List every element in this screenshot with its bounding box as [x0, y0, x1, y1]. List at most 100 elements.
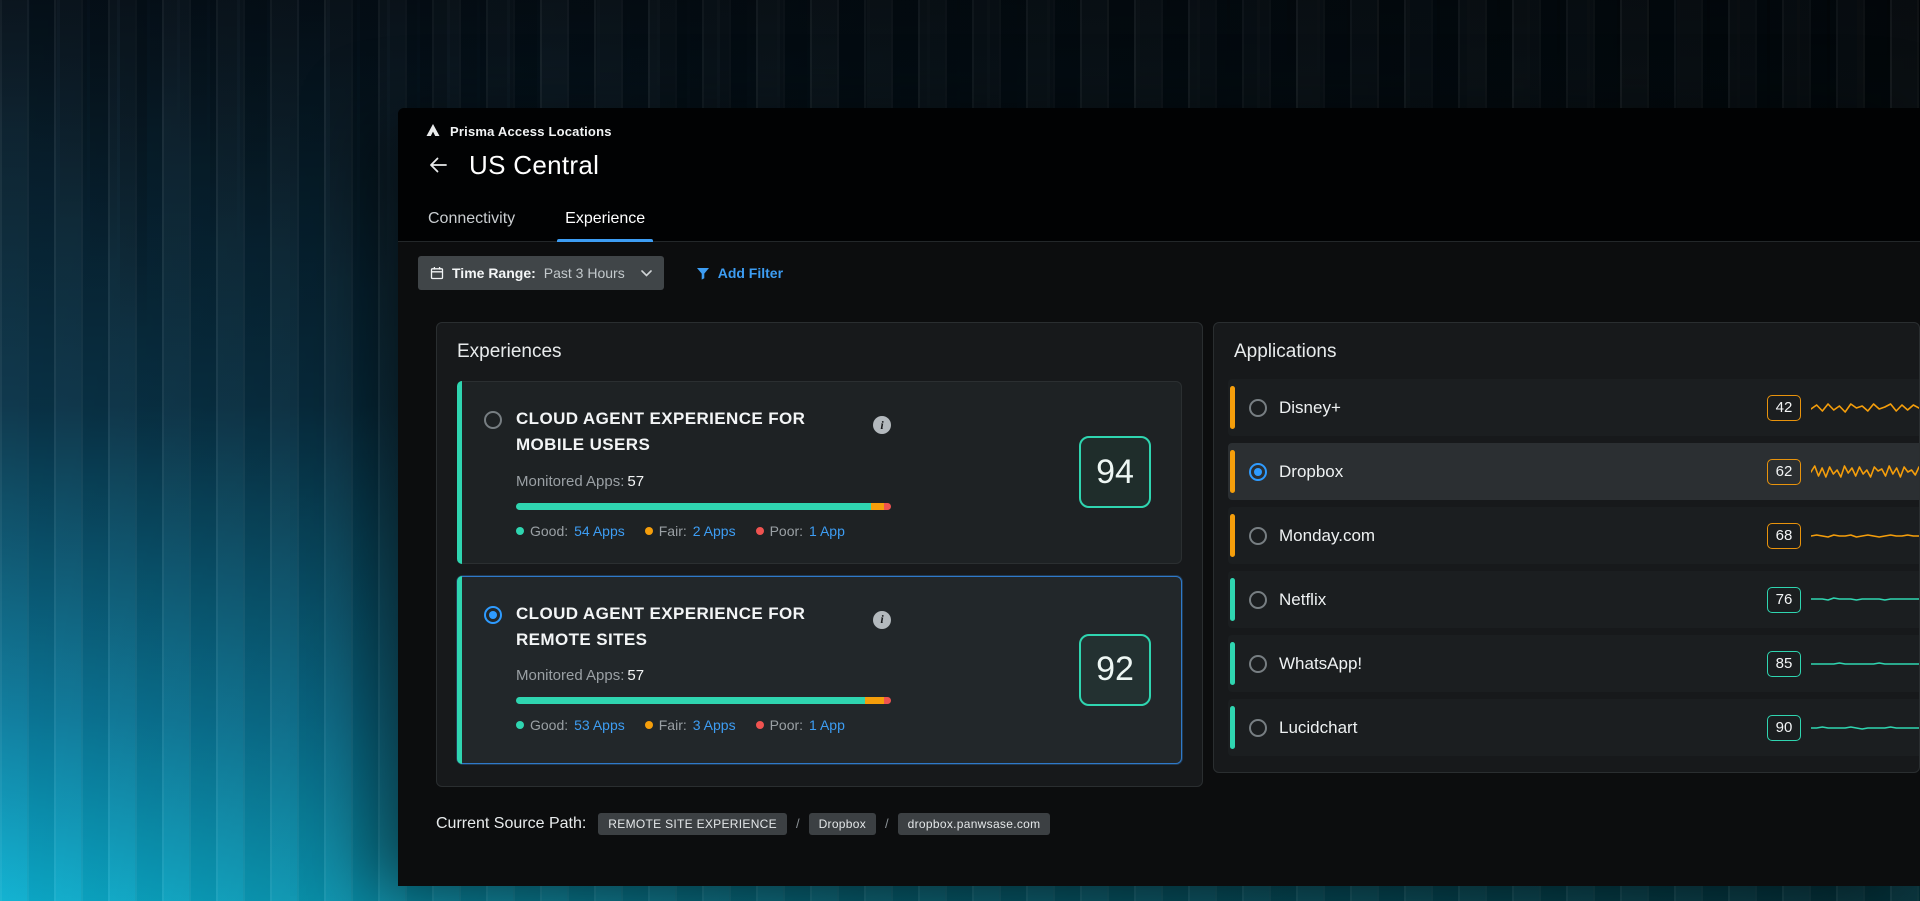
- legend-dot-icon: [756, 721, 764, 729]
- application-name: Monday.com: [1279, 526, 1375, 546]
- sparkline-chart: [1811, 459, 1919, 485]
- path-segment[interactable]: dropbox.panwsase.com: [898, 813, 1051, 835]
- health-legend: Good: 54 Apps Fair: 2 Apps Poor: 1 App: [516, 523, 891, 539]
- tab-connectivity[interactable]: Connectivity: [420, 199, 523, 241]
- legend-label: Fair:: [659, 717, 687, 733]
- application-radio-button[interactable]: [1249, 719, 1267, 737]
- legend-label: Poor:: [770, 523, 803, 539]
- legend-dot-icon: [645, 527, 653, 535]
- sparkline-chart: [1811, 715, 1919, 741]
- info-icon[interactable]: i: [873, 611, 891, 629]
- bg-bar: [270, 0, 297, 258]
- legend-value-link[interactable]: 1 App: [809, 717, 845, 733]
- legend-label: Good:: [530, 523, 568, 539]
- application-radio-button[interactable]: [1249, 591, 1267, 609]
- bg-bar: [540, 0, 567, 65]
- application-row[interactable]: Disney+ 42: [1228, 379, 1919, 436]
- filter-funnel-icon: [696, 267, 710, 280]
- application-radio-button[interactable]: [1249, 527, 1267, 545]
- bg-bar: [360, 0, 387, 292]
- legend-value-link[interactable]: 2 Apps: [693, 523, 736, 539]
- applications-title: Applications: [1214, 323, 1919, 379]
- bg-bar: [1290, 0, 1317, 90]
- status-accent-bar: [1230, 578, 1235, 621]
- legend-dot-icon: [516, 721, 524, 729]
- calendar-icon: [430, 266, 444, 280]
- application-name: Netflix: [1279, 590, 1326, 610]
- bar-poor-segment: [884, 697, 891, 704]
- bg-bar: [330, 0, 357, 285]
- sparkline-chart: [1811, 523, 1919, 549]
- path-separator: /: [796, 816, 800, 831]
- legend-item: Good: 53 Apps: [516, 717, 625, 733]
- bar-poor-segment: [884, 503, 891, 510]
- legend-dot-icon: [516, 527, 524, 535]
- legend-label: Fair:: [659, 523, 687, 539]
- status-accent-bar: [1230, 642, 1235, 685]
- window-header: Prisma Access Locations US Central Conne…: [398, 108, 1920, 242]
- path-segment[interactable]: Dropbox: [809, 813, 876, 835]
- app-health-bar: [516, 503, 891, 510]
- app-score-badge: 90: [1767, 715, 1801, 741]
- applications-panel: Applications Disney+ 42 Dropbox 62 Monda…: [1213, 322, 1920, 773]
- experience-card-title: CLOUD AGENT EXPERIENCE FOR MOBILE USERS: [516, 406, 816, 459]
- add-filter-button[interactable]: Add Filter: [690, 264, 789, 282]
- status-accent-bar: [1230, 386, 1235, 429]
- bg-bar: [1890, 0, 1917, 77]
- status-accent-bar: [457, 381, 462, 564]
- legend-value-link[interactable]: 1 App: [809, 523, 845, 539]
- path-segment[interactable]: REMOTE SITE EXPERIENCE: [598, 813, 787, 835]
- experience-radio-button[interactable]: [484, 606, 502, 624]
- back-button[interactable]: [423, 150, 453, 180]
- experience-card[interactable]: CLOUD AGENT EXPERIENCE FOR MOBILE USERS …: [457, 381, 1182, 564]
- app-window: Prisma Access Locations US Central Conne…: [398, 108, 1920, 886]
- experience-score: 92: [1079, 634, 1151, 706]
- bg-bar: [0, 0, 27, 130]
- application-radio-button[interactable]: [1249, 655, 1267, 673]
- chevron-down-icon: [641, 270, 652, 277]
- info-icon[interactable]: i: [873, 416, 891, 434]
- status-accent-bar: [1230, 706, 1235, 749]
- sparkline-chart: [1811, 395, 1919, 421]
- legend-value-link[interactable]: 54 Apps: [574, 523, 625, 539]
- status-accent-bar: [1230, 514, 1235, 557]
- legend-item: Fair: 2 Apps: [645, 523, 736, 539]
- path-separator: /: [885, 816, 889, 831]
- bg-bar: [1860, 0, 1887, 83]
- time-range-value: Past 3 Hours: [544, 265, 625, 281]
- sparkline-chart: [1811, 587, 1919, 613]
- legend-label: Poor:: [770, 717, 803, 733]
- application-name: Dropbox: [1279, 462, 1343, 482]
- app-score-badge: 62: [1767, 459, 1801, 485]
- time-range-label: Time Range:: [452, 265, 536, 281]
- time-range-dropdown[interactable]: Time Range: Past 3 Hours: [418, 256, 664, 290]
- source-path-segments: REMOTE SITE EXPERIENCE / Dropbox / dropbox.p…: [598, 813, 1050, 835]
- application-row[interactable]: Netflix 76: [1228, 571, 1919, 628]
- application-row[interactable]: WhatsApp! 85: [1228, 635, 1919, 692]
- application-row[interactable]: Dropbox 62: [1228, 443, 1919, 500]
- bg-bar: [240, 0, 267, 241]
- experience-radio-button[interactable]: [484, 411, 502, 429]
- status-accent-bar: [457, 576, 462, 764]
- app-score-badge: 76: [1767, 587, 1801, 613]
- legend-item: Fair: 3 Apps: [645, 717, 736, 733]
- app-score-badge: 68: [1767, 523, 1801, 549]
- application-row[interactable]: Monday.com 68: [1228, 507, 1919, 564]
- bar-good-segment: [516, 503, 871, 510]
- legend-value-link[interactable]: 53 Apps: [574, 717, 625, 733]
- application-list: Disney+ 42 Dropbox 62 Monday.com 68 Netf…: [1214, 379, 1919, 756]
- bg-bar: [1110, 0, 1137, 75]
- legend-value-link[interactable]: 3 Apps: [693, 717, 736, 733]
- prisma-logo-icon: [425, 123, 441, 139]
- bg-bar: [1470, 0, 1497, 66]
- status-accent-bar: [1230, 450, 1235, 493]
- experience-card[interactable]: CLOUD AGENT EXPERIENCE FOR REMOTE SITES …: [457, 576, 1182, 764]
- application-radio-button[interactable]: [1249, 463, 1267, 481]
- application-row[interactable]: Lucidchart 90: [1228, 699, 1919, 756]
- bg-bar: [600, 0, 627, 111]
- bg-bar: [120, 0, 147, 336]
- tab-experience[interactable]: Experience: [557, 199, 653, 241]
- bar-good-segment: [516, 697, 865, 704]
- app-score-badge: 42: [1767, 395, 1801, 421]
- application-radio-button[interactable]: [1249, 399, 1267, 417]
